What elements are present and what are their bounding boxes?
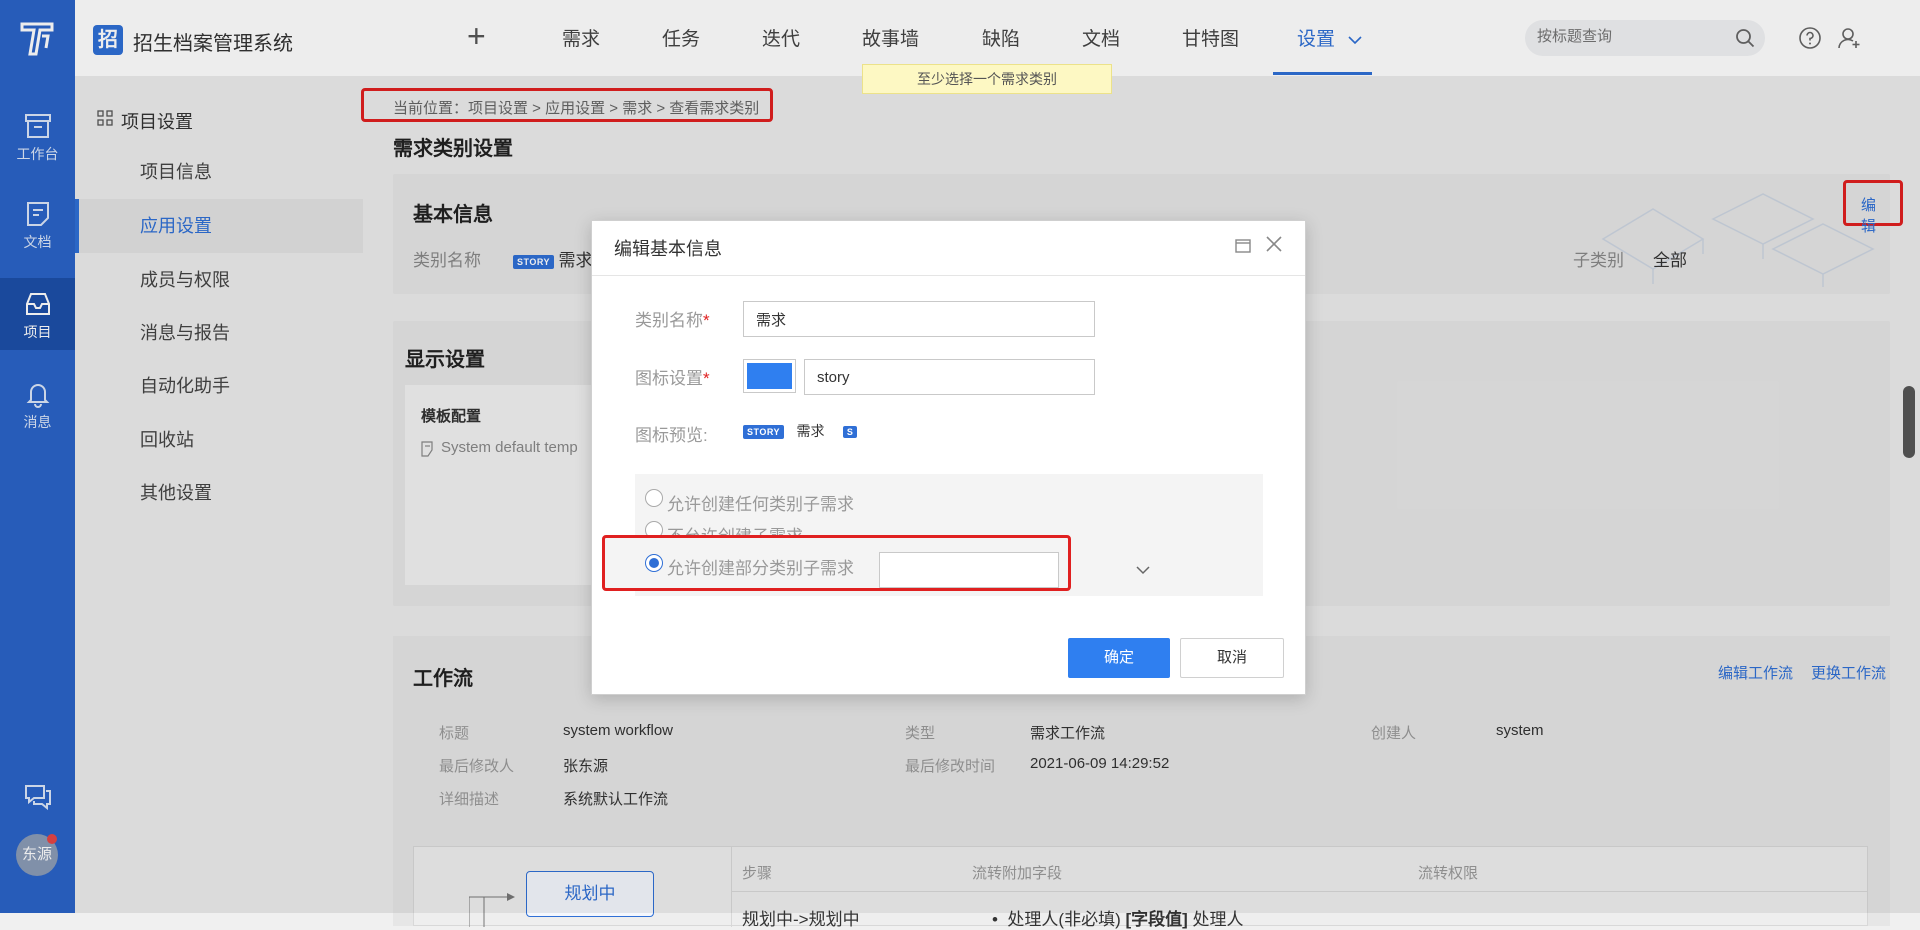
chevron-down-icon bbox=[1136, 566, 1150, 575]
radio-partial-sub[interactable] bbox=[645, 554, 663, 572]
option-any-sub-label[interactable]: 允许创建任何类别子需求 bbox=[667, 490, 854, 515]
close-icon[interactable] bbox=[1264, 234, 1284, 254]
confirm-button[interactable]: 确定 bbox=[1068, 638, 1170, 678]
icon-field-label: 图标设置* bbox=[635, 364, 710, 389]
icon-text-input[interactable] bbox=[804, 359, 1095, 395]
cancel-button[interactable]: 取消 bbox=[1180, 638, 1284, 678]
maximize-icon[interactable] bbox=[1235, 238, 1251, 254]
required-mark: * bbox=[703, 311, 710, 330]
preview-name: 需求 bbox=[796, 423, 825, 439]
name-label-text: 类别名称 bbox=[635, 311, 703, 330]
category-name-input[interactable] bbox=[743, 301, 1095, 337]
edit-basic-info-dialog: 编辑基本信息 类别名称* 图标设置* 图标预览: STORY 需求 S 允许创建… bbox=[591, 220, 1306, 695]
color-swatch-fill bbox=[747, 363, 792, 389]
icon-preview-label: 图标预览: bbox=[635, 426, 708, 445]
option-partial-sub-label[interactable]: 允许创建部分类别子需求 bbox=[667, 554, 854, 579]
radio-any-sub[interactable] bbox=[645, 489, 663, 507]
dialog-divider bbox=[592, 275, 1305, 276]
icon-label-text: 图标设置 bbox=[635, 369, 703, 388]
required-mark: * bbox=[703, 369, 710, 388]
icon-color-picker[interactable] bbox=[743, 359, 796, 393]
sub-category-select[interactable] bbox=[879, 552, 1150, 588]
preview-small-tag: S bbox=[842, 425, 858, 438]
preview-story-tag: STORY bbox=[743, 424, 785, 439]
name-field-label: 类别名称* bbox=[635, 306, 710, 331]
validation-toast: 至少选择一个需求类别 bbox=[862, 64, 1112, 94]
icon-preview: STORY 需求 S bbox=[743, 421, 858, 441]
dialog-title: 编辑基本信息 bbox=[614, 239, 722, 259]
